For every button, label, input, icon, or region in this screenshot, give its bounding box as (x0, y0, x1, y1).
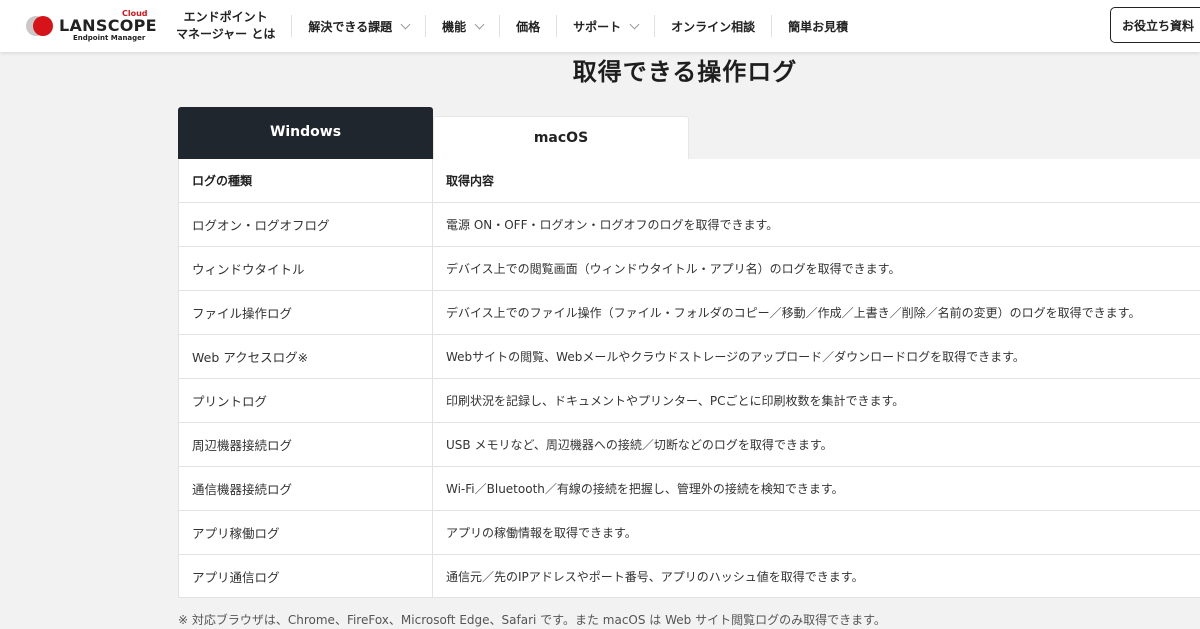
resources-button[interactable]: お役立ち資料 (1110, 7, 1200, 43)
nav-item-about-line1: エンドポイント (183, 10, 268, 24)
table-row: ファイル操作ログ デバイス上でのファイル操作（ファイル・フォルダのコピー／移動／… (179, 291, 1200, 335)
log-content-cell: Webサイトの閲覧、Webメールやクラウドストレージのアップロード／ダウンロード… (446, 350, 1025, 364)
table-row: 通信機器接続ログ Wi-Fi／Bluetooth／有線の接続を把握し、管理外の接… (179, 467, 1200, 511)
nav-item-label: 解決できる課題 (308, 19, 393, 34)
chevron-down-icon (629, 19, 640, 29)
log-content-cell: 電源 ON・OFF・ログオン・ログオフのログを取得できます。 (446, 218, 779, 232)
log-type-cell: アプリ通信ログ (179, 555, 433, 597)
tab-windows[interactable]: Windows (178, 107, 433, 159)
log-type-cell: ファイル操作ログ (179, 291, 433, 334)
logo-wordmark: LANSCOPE (59, 16, 157, 35)
lanscope-logo[interactable]: Cloud LANSCOPE Endpoint Manager (26, 9, 157, 43)
nav-item-about[interactable]: エンドポイント マネージャー とは (176, 6, 291, 46)
footnote: ※ 対応ブラウザは、Chrome、FireFox、Microsoft Edge、… (178, 613, 886, 627)
table-row: ウィンドウタイトル デバイス上での閲覧画面（ウィンドウタイトル・アプリ名）のログ… (179, 247, 1200, 291)
nav-item-features[interactable]: 機能 (425, 15, 499, 37)
table-row: 周辺機器接続ログ USB メモリなど、周辺機器への接続／切断などのログを取得でき… (179, 423, 1200, 467)
logo-subtitle: Endpoint Manager (73, 34, 146, 42)
tab-macos[interactable]: macOS (433, 116, 689, 159)
nav-item-price[interactable]: 価格 (499, 15, 556, 37)
log-content-cell: Wi-Fi／Bluetooth／有線の接続を把握し、管理外の接続を検知できます。 (446, 482, 844, 496)
nav-item-label: サポート (573, 19, 622, 34)
nav-item-solutions[interactable]: 解決できる課題 (291, 15, 425, 37)
log-content-cell: デバイス上でのファイル操作（ファイル・フォルダのコピー／移動／作成／上書き／削除… (446, 306, 1141, 320)
nav-item-about-line2: マネージャー とは (176, 27, 276, 41)
log-content-cell: アプリの稼働情報を取得できます。 (446, 526, 637, 540)
chevron-down-icon (474, 19, 485, 29)
nav-item-label: 機能 (442, 19, 467, 34)
section-title: 取得できる操作ログ (572, 58, 798, 86)
table-row: ログオン・ログオフログ 電源 ON・OFF・ログオン・ログオフのログを取得できま… (179, 203, 1200, 247)
table-row: アプリ通信ログ 通信元／先のIPアドレスやポート番号、アプリのハッシュ値を取得で… (179, 555, 1200, 598)
nav-item-support[interactable]: サポート (556, 15, 654, 37)
nav-item-label: 価格 (516, 19, 541, 34)
log-type-cell: プリントログ (179, 379, 433, 422)
os-tabs: Windows macOS (178, 107, 689, 159)
column-header-content: 取得内容 (446, 174, 495, 188)
log-content-cell: USB メモリなど、周辺機器への接続／切断などのログを取得できます。 (446, 438, 833, 452)
log-type-cell: ウィンドウタイトル (179, 247, 433, 290)
table-row: プリントログ 印刷状況を記録し、ドキュメントやプリンター、PCごとに印刷枚数を集… (179, 379, 1200, 423)
nav-item-online-consult[interactable]: オンライン相談 (654, 15, 771, 37)
nav-item-label: オンライン相談 (671, 19, 756, 34)
site-header: Cloud LANSCOPE Endpoint Manager エンドポイント … (0, 0, 1200, 52)
column-header-log-type: ログの種類 (179, 159, 433, 202)
chevron-down-icon (400, 19, 411, 29)
main-nav: エンドポイント マネージャー とは 解決できる課題 機能 価格 サポート オンラ… (176, 0, 864, 52)
log-content-cell: デバイス上での閲覧画面（ウィンドウタイトル・アプリ名）のログを取得できます。 (446, 262, 901, 276)
log-content-cell: 通信元／先のIPアドレスやポート番号、アプリのハッシュ値を取得できます。 (446, 569, 864, 584)
table-row: アプリ稼働ログ アプリの稼働情報を取得できます。 (179, 511, 1200, 555)
nav-item-quote[interactable]: 簡単お見積 (771, 15, 864, 37)
logo-mark-red (33, 16, 53, 36)
log-type-cell: 周辺機器接続ログ (179, 423, 433, 466)
log-type-cell: アプリ稼働ログ (179, 511, 433, 554)
log-type-cell: 通信機器接続ログ (179, 467, 433, 510)
log-type-cell: Web アクセスログ※ (179, 335, 433, 378)
log-type-cell: ログオン・ログオフログ (179, 203, 433, 246)
table-row: Web アクセスログ※ Webサイトの閲覧、Webメールやクラウドストレージのア… (179, 335, 1200, 379)
log-content-cell: 印刷状況を記録し、ドキュメントやプリンター、PCごとに印刷枚数を集計できます。 (446, 394, 905, 408)
log-types-table: ログの種類 取得内容 ログオン・ログオフログ 電源 ON・OFF・ログオン・ログ… (178, 159, 1200, 598)
nav-item-label: 簡単お見積 (788, 19, 849, 34)
table-header-row: ログの種類 取得内容 (179, 159, 1200, 203)
